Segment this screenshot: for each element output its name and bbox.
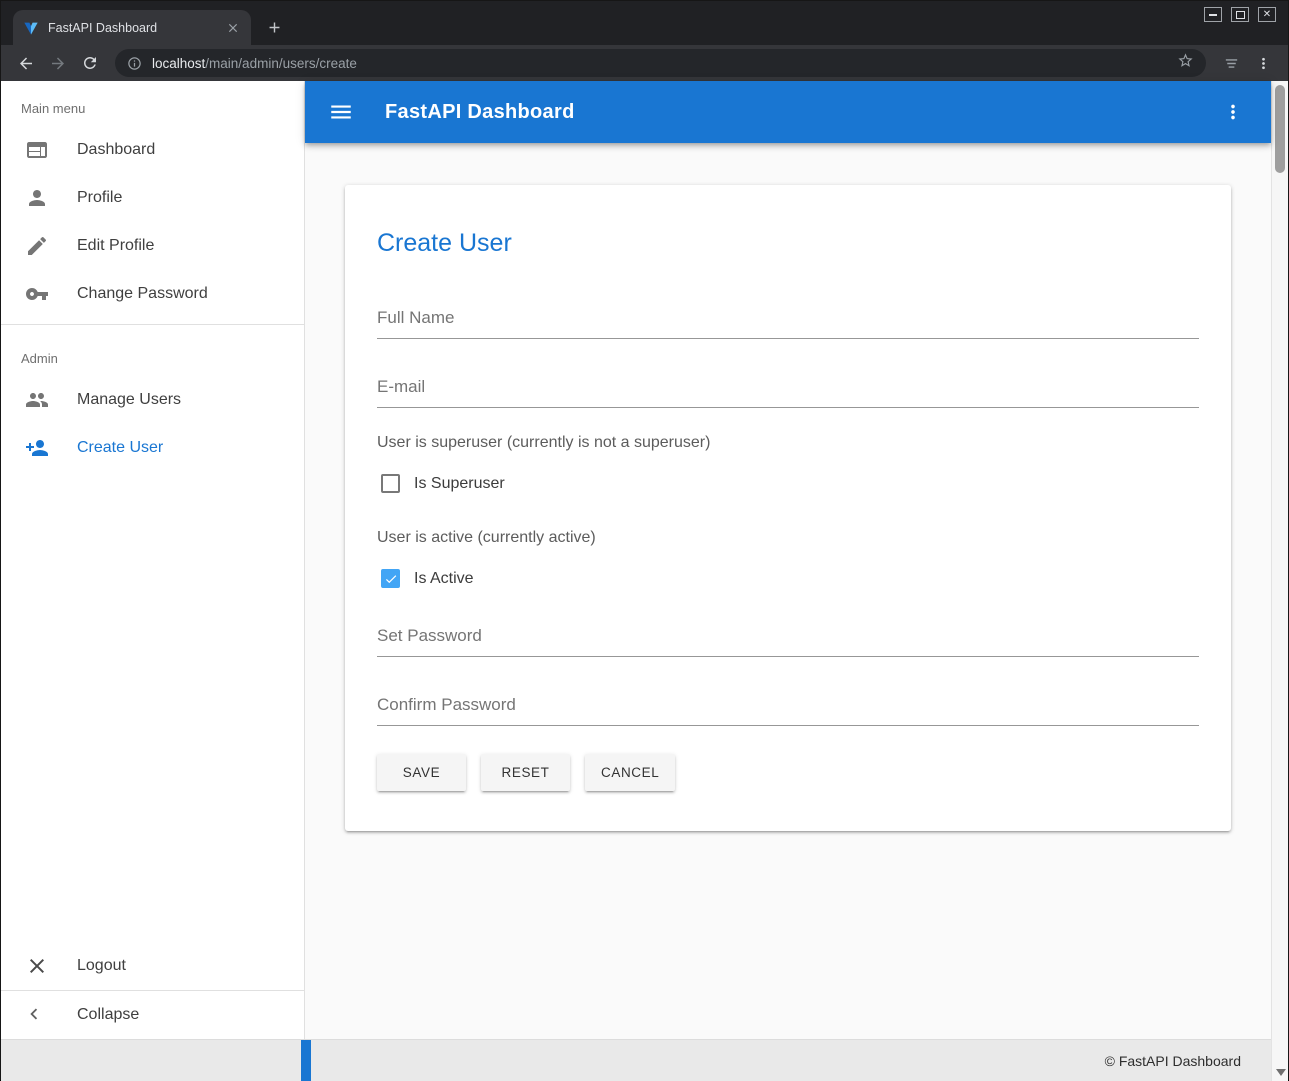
hamburger-menu-button[interactable] xyxy=(319,90,363,134)
page-info-icon[interactable] xyxy=(127,56,142,71)
copyright-text: © FastAPI Dashboard xyxy=(1105,1053,1241,1069)
browser-tab[interactable]: FastAPI Dashboard xyxy=(13,10,251,45)
active-checkbox-label: Is Active xyxy=(414,570,474,588)
sidebar-item-profile[interactable]: Profile xyxy=(1,174,304,222)
superuser-checkbox[interactable] xyxy=(381,474,400,493)
url-text: localhost/main/admin/users/create xyxy=(152,56,357,71)
sidebar-item-label: Profile xyxy=(77,189,122,207)
cancel-button[interactable]: CANCEL xyxy=(585,754,675,791)
tab-close-icon[interactable] xyxy=(224,19,241,36)
browser-window: FastAPI Dashboard ✕ localhost/main/admin… xyxy=(0,0,1289,1080)
superuser-hint-text: User is superuser (currently is not a su… xyxy=(377,434,1199,452)
browser-tabstrip: FastAPI Dashboard ✕ xyxy=(1,1,1288,45)
active-hint-text: User is active (currently active) xyxy=(377,529,1199,547)
checkmark-icon xyxy=(384,572,398,586)
active-checkbox-row[interactable]: Is Active xyxy=(377,569,1199,588)
sidebar-item-change-password[interactable]: Change Password xyxy=(1,270,304,318)
confirm-password-input[interactable] xyxy=(377,693,1199,726)
forward-button[interactable] xyxy=(43,48,73,78)
chevron-left-icon xyxy=(23,1003,47,1027)
app-title: FastAPI Dashboard xyxy=(385,101,575,124)
reload-button[interactable] xyxy=(75,48,105,78)
confirm-password-field xyxy=(377,693,1199,726)
full-name-input[interactable] xyxy=(377,306,1199,339)
sidebar-item-logout[interactable]: Logout xyxy=(1,942,304,990)
url-path: /main/admin/users/create xyxy=(205,56,357,71)
page-scrollbar[interactable] xyxy=(1271,81,1288,1081)
page-content: Create User User is superuser (currently… xyxy=(305,143,1271,1039)
sidebar-section-admin: Admin xyxy=(1,331,304,376)
sidebar-item-edit-profile[interactable]: Edit Profile xyxy=(1,222,304,270)
form-actions: SAVE RESET CANCEL xyxy=(377,754,1199,791)
app-bar: FastAPI Dashboard xyxy=(305,81,1271,143)
full-name-field xyxy=(377,306,1199,339)
address-bar[interactable]: localhost/main/admin/users/create xyxy=(115,49,1206,77)
url-host: localhost xyxy=(152,56,205,71)
reset-button[interactable]: RESET xyxy=(481,754,570,791)
bookmark-star-icon[interactable] xyxy=(1177,52,1194,74)
sidebar-item-label: Manage Users xyxy=(77,391,181,409)
tab-title: FastAPI Dashboard xyxy=(48,21,215,35)
back-button[interactable] xyxy=(11,48,41,78)
create-user-card: Create User User is superuser (currently… xyxy=(345,185,1231,831)
close-button[interactable]: ✕ xyxy=(1258,7,1276,22)
sidebar-item-label: Logout xyxy=(77,957,126,975)
browser-menu-button[interactable] xyxy=(1248,48,1278,78)
minimize-button[interactable] xyxy=(1204,7,1222,22)
person-add-icon xyxy=(25,436,49,460)
sidebar-item-label: Collapse xyxy=(77,1006,139,1024)
set-password-field xyxy=(377,624,1199,657)
active-checkbox[interactable] xyxy=(381,569,400,588)
dashboard-icon xyxy=(25,138,49,162)
sidebar-item-manage-users[interactable]: Manage Users xyxy=(1,376,304,424)
sidebar-item-dashboard[interactable]: Dashboard xyxy=(1,126,304,174)
superuser-checkbox-label: Is Superuser xyxy=(414,475,505,493)
key-icon xyxy=(25,282,49,306)
sidebar-collapse-button[interactable]: Collapse xyxy=(1,990,304,1039)
email-input[interactable] xyxy=(377,375,1199,408)
pencil-icon xyxy=(25,234,49,258)
sidebar-item-label: Change Password xyxy=(77,285,208,303)
scrollbar-thumb[interactable] xyxy=(1275,85,1285,173)
set-password-input[interactable] xyxy=(377,624,1199,657)
app-footer: © FastAPI Dashboard xyxy=(1,1039,1271,1081)
save-button[interactable]: SAVE xyxy=(377,754,466,791)
sidebar-item-label: Create User xyxy=(77,439,163,457)
people-icon xyxy=(25,388,49,412)
email-field xyxy=(377,375,1199,408)
sidebar-section-main-menu: Main menu xyxy=(1,81,304,126)
close-icon xyxy=(25,954,49,978)
new-tab-button[interactable] xyxy=(259,12,289,42)
sidebar-item-create-user[interactable]: Create User xyxy=(1,424,304,472)
extensions-icon[interactable] xyxy=(1216,48,1246,78)
sidebar: Main menu Dashboard Profile Edit Profile… xyxy=(1,81,305,1039)
window-controls: ✕ xyxy=(1204,7,1280,22)
scrollbar-down-arrow[interactable] xyxy=(1276,1069,1286,1076)
appbar-overflow-menu-button[interactable] xyxy=(1211,90,1255,134)
page-title: Create User xyxy=(377,229,1199,258)
person-icon xyxy=(25,186,49,210)
main-area: FastAPI Dashboard Create User xyxy=(305,81,1271,1039)
footer-accent xyxy=(301,1040,311,1081)
sidebar-spacer xyxy=(1,472,304,942)
maximize-button[interactable] xyxy=(1231,7,1249,22)
sidebar-item-label: Dashboard xyxy=(77,141,155,159)
superuser-checkbox-row[interactable]: Is Superuser xyxy=(377,474,1199,493)
sidebar-divider xyxy=(1,324,304,325)
vuetify-favicon-icon xyxy=(23,20,39,36)
sidebar-item-label: Edit Profile xyxy=(77,237,154,255)
browser-toolbar: localhost/main/admin/users/create xyxy=(1,45,1288,81)
app-root: Main menu Dashboard Profile Edit Profile… xyxy=(1,81,1288,1081)
